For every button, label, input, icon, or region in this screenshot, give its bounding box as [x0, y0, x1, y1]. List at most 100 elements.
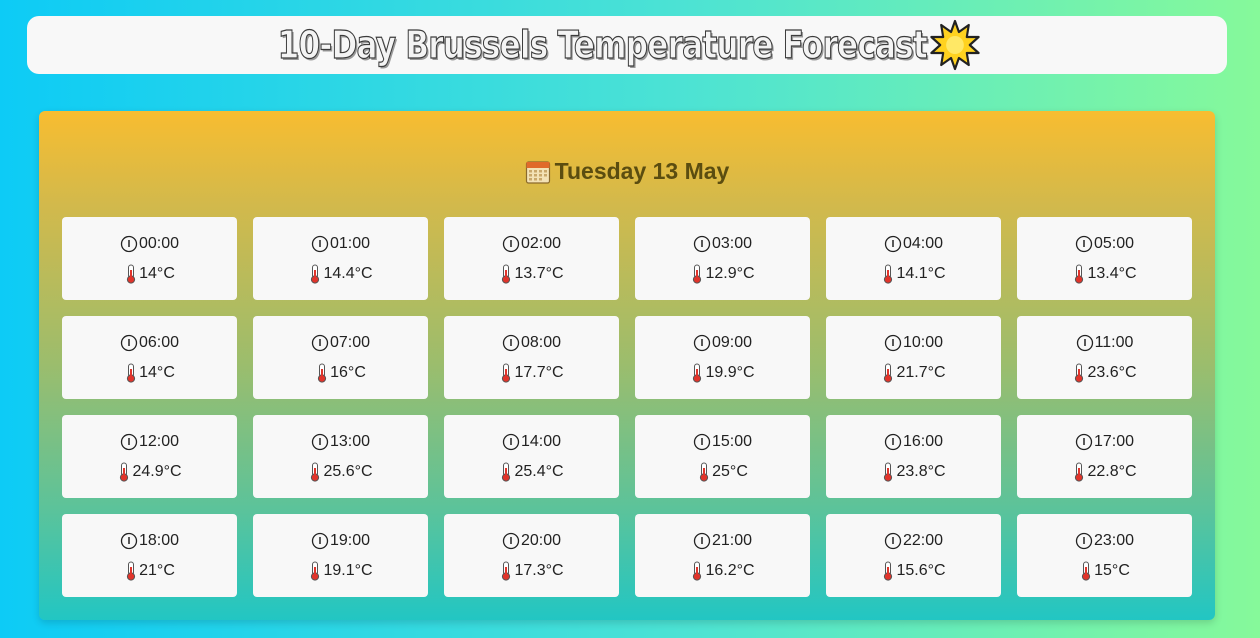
hour-temperature: 19.9°C [705, 363, 755, 381]
hour-time-row: 11:00 [1076, 333, 1134, 353]
hour-temperature: 15.6°C [896, 561, 946, 579]
hour-temperature: 17.7°C [514, 363, 564, 381]
hour-time: 03:00 [711, 234, 753, 252]
hour-card: 12:00 24.9°C [62, 415, 237, 498]
hour-temp-row: 13.7°C [499, 264, 564, 284]
hour-time: 15:00 [711, 432, 753, 450]
hour-card: 22:00 15.6°C [826, 514, 1001, 597]
page-header: 10-Day Brussels Temperature Forecast [27, 16, 1227, 74]
thermometer-icon [884, 264, 893, 284]
clock-icon [502, 235, 520, 252]
hour-temp-row: 13.4°C [1072, 264, 1137, 284]
thermometer-icon [502, 561, 511, 581]
hour-card: 23:00 15°C [1017, 514, 1192, 597]
hour-temperature: 13.4°C [1087, 264, 1137, 282]
clock-icon [1076, 334, 1093, 351]
hour-temp-row: 19.9°C [690, 363, 755, 383]
hour-time: 05:00 [1093, 234, 1135, 252]
hour-temperature: 22.8°C [1087, 462, 1137, 480]
hour-card: 10:00 21.7°C [826, 316, 1001, 399]
hour-temp-row: 21.7°C [881, 363, 946, 383]
hour-temperature: 25.4°C [514, 462, 564, 480]
hour-temp-row: 16.2°C [690, 561, 755, 581]
hour-time-row: 22:00 [884, 531, 943, 551]
thermometer-icon [502, 363, 511, 383]
hour-card: 14:00 25.4°C [444, 415, 619, 498]
hour-temperature: 23.8°C [896, 462, 946, 480]
hour-temperature: 16.2°C [705, 561, 755, 579]
hour-time: 11:00 [1094, 333, 1134, 351]
hour-temperature: 24.9°C [132, 462, 182, 480]
hour-temperature: 13.7°C [514, 264, 564, 282]
thermometer-icon [1075, 363, 1084, 383]
hour-temp-row: 25.4°C [499, 462, 564, 482]
hour-time-row: 03:00 [693, 234, 752, 254]
hour-card: 06:00 14°C [62, 316, 237, 399]
hour-temp-row: 16°C [315, 363, 366, 383]
clock-icon [693, 235, 711, 252]
hour-card: 03:00 12.9°C [635, 217, 810, 300]
hour-time-row: 04:00 [884, 234, 943, 254]
thermometer-icon [311, 462, 320, 482]
hour-time: 21:00 [711, 531, 753, 549]
hour-card: 20:00 17.3°C [444, 514, 619, 597]
hour-temperature: 23.6°C [1087, 363, 1137, 381]
clock-icon [1075, 433, 1093, 450]
clock-icon [502, 334, 520, 351]
clock-icon [311, 433, 329, 450]
hour-time: 07:00 [329, 333, 371, 351]
hour-temp-row: 12.9°C [690, 264, 755, 284]
hour-time-row: 12:00 [120, 432, 179, 452]
hour-temp-row: 14°C [124, 363, 175, 383]
hour-temp-row: 14°C [124, 264, 175, 284]
clock-icon [502, 532, 520, 549]
hour-time-row: 20:00 [502, 531, 561, 551]
hour-time: 16:00 [902, 432, 944, 450]
hour-time-row: 15:00 [693, 432, 752, 452]
thermometer-icon [120, 462, 129, 482]
thermometer-icon [127, 363, 136, 383]
hour-time: 18:00 [138, 531, 180, 549]
hour-temperature: 14.4°C [323, 264, 373, 282]
hour-time: 13:00 [329, 432, 371, 450]
hour-time: 10:00 [902, 333, 944, 351]
hour-time: 19:00 [329, 531, 371, 549]
hour-time: 17:00 [1093, 432, 1135, 450]
hour-card: 04:00 14.1°C [826, 217, 1001, 300]
hour-time-row: 23:00 [1075, 531, 1134, 551]
hour-temperature: 14°C [139, 264, 175, 282]
hour-time: 09:00 [711, 333, 753, 351]
hour-time-row: 14:00 [502, 432, 561, 452]
hour-card: 08:00 17.7°C [444, 316, 619, 399]
hour-temp-row: 22.8°C [1072, 462, 1137, 482]
hour-time-row: 09:00 [693, 333, 752, 353]
hour-card: 17:00 22.8°C [1017, 415, 1192, 498]
day-heading: Tuesday 13 May [39, 158, 1215, 185]
hour-time-row: 18:00 [120, 531, 179, 551]
hourly-grid: 00:00 14°C 01:00 14.4°C 02:00 13.7°C 03:… [62, 217, 1192, 597]
clock-icon [311, 334, 329, 351]
hour-time-row: 19:00 [311, 531, 370, 551]
clock-icon [693, 433, 711, 450]
hour-time: 22:00 [902, 531, 944, 549]
clock-icon [884, 532, 902, 549]
thermometer-icon [127, 264, 136, 284]
sun-icon [930, 19, 980, 71]
hour-card: 16:00 23.8°C [826, 415, 1001, 498]
hour-temp-row: 17.7°C [499, 363, 564, 383]
hour-time: 20:00 [520, 531, 562, 549]
thermometer-icon [693, 561, 702, 581]
hour-time: 00:00 [138, 234, 180, 252]
hour-time: 04:00 [902, 234, 944, 252]
hour-temp-row: 14.1°C [881, 264, 946, 284]
hour-temp-row: 21°C [124, 561, 175, 581]
hour-temp-row: 19.1°C [308, 561, 373, 581]
hour-time: 01:00 [329, 234, 371, 252]
hour-temperature: 21.7°C [896, 363, 946, 381]
hour-time-row: 08:00 [502, 333, 561, 353]
clock-icon [120, 433, 138, 450]
hour-temperature: 16°C [330, 363, 366, 381]
hour-card: 05:00 13.4°C [1017, 217, 1192, 300]
hour-time-row: 05:00 [1075, 234, 1134, 254]
calendar-icon [525, 160, 550, 184]
